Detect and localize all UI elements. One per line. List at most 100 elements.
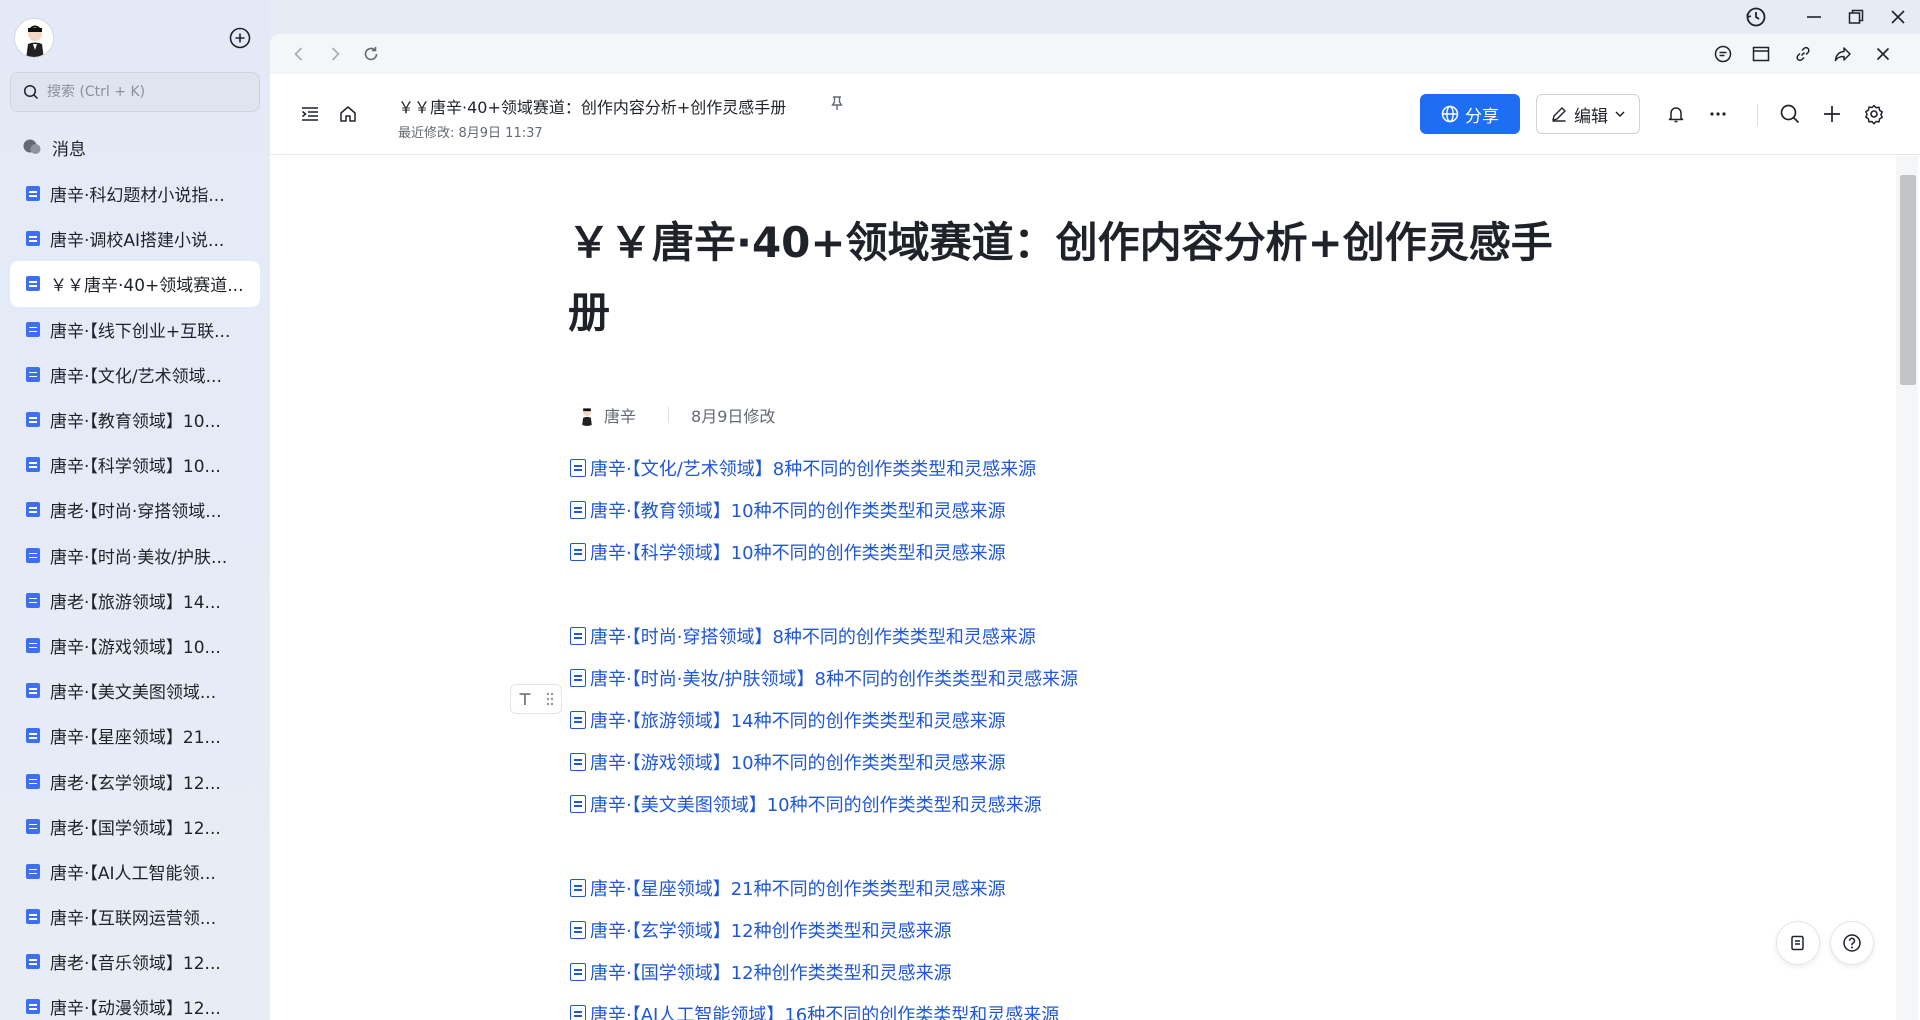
doc-link[interactable]: 唐辛·【文化/艺术领域】8种不同的创作类类型和灵感来源 [570, 451, 1036, 485]
sidebar-doc-label: 唐辛·【动漫领域】12... [50, 999, 221, 1020]
sidebar-doc-item[interactable]: 唐辛·【线下创业+互联... [10, 307, 260, 352]
modified-date: 8月9日修改 [691, 407, 776, 426]
doc-link[interactable]: 唐辛·【国学领域】12种创作类类型和灵感来源 [570, 955, 952, 989]
bell-icon[interactable] [1662, 100, 1690, 128]
doc-icon [26, 321, 40, 337]
sidebar-doc-item[interactable]: 唐辛·【互联网运营领... [10, 894, 260, 939]
doc-icon [26, 231, 40, 247]
doc-link[interactable]: 唐辛·【AI人工智能领域】16种不同的创作类类型和灵感来源 [570, 997, 1059, 1020]
sidebar-doc-item[interactable]: 唐老·【国学领域】12... [10, 804, 260, 849]
sidebar-item-messages[interactable]: 消息 [10, 129, 260, 165]
sidebar-doc-item[interactable]: 唐辛·科幻题材小说指... [10, 171, 260, 216]
sidebar-doc-item[interactable]: 唐辛·【美文美图领域... [10, 668, 260, 713]
sidebar-doc-item[interactable]: 唐辛·【AI人工智能领... [10, 849, 260, 894]
doc-link-text: 唐辛·【游戏领域】10种不同的创作类类型和灵感来源 [590, 753, 1006, 774]
doc-link[interactable]: 唐辛·【美文美图领域】10种不同的创作类类型和灵感来源 [570, 787, 1042, 821]
doc-link[interactable]: 唐辛·【时尚·美妆/护肤领域】8种不同的创作类类型和灵感来源 [570, 661, 1078, 695]
doc-link-text: 唐辛·【AI人工智能领域】16种不同的创作类类型和灵感来源 [590, 1005, 1060, 1020]
search-icon[interactable] [1776, 100, 1804, 128]
doc-link[interactable]: 唐辛·【星座领域】21种不同的创作类类型和灵感来源 [570, 871, 1006, 905]
scrollbar-thumb[interactable] [1900, 175, 1916, 385]
doc-icon [26, 366, 40, 382]
sidebar-doc-item[interactable]: 唐老·【时尚·穿搭领域... [10, 487, 260, 532]
sidebar-doc-label: 唐辛·【时尚·美妆/护肤... [50, 547, 228, 568]
catalog-icon[interactable] [1776, 921, 1820, 965]
back-icon[interactable] [286, 41, 312, 67]
doc-link-icon [570, 795, 586, 813]
refresh-icon[interactable] [358, 41, 384, 67]
doc-link[interactable]: 唐辛·【玄学领域】12种创作类类型和灵感来源 [570, 913, 952, 947]
sidebar-doc-item[interactable]: 唐辛·【星座领域】21... [10, 713, 260, 758]
browser-toolbar [270, 34, 1920, 74]
sidebar-doc-label: 唐老·【玄学领域】12... [50, 773, 221, 794]
doc-link-icon [570, 711, 586, 729]
minimize-icon[interactable] [1798, 4, 1830, 30]
forward-icon[interactable] [322, 41, 348, 67]
document-title[interactable]: ￥￥唐辛·40+领域赛道：创作内容分析+创作灵感手册 [568, 208, 1578, 348]
doc-icon [26, 818, 40, 834]
close-window-icon[interactable] [1882, 4, 1914, 30]
sidebar-doc-label: 唐辛·【游戏领域】10... [50, 637, 221, 658]
doc-link-icon [570, 501, 586, 519]
doc-link-text: 唐辛·【玄学领域】12种创作类类型和灵感来源 [590, 921, 952, 942]
block-handle[interactable] [510, 684, 562, 714]
sidebar-doc-item[interactable]: 唐辛·【教育领域】10... [10, 397, 260, 442]
comment-icon[interactable] [1710, 41, 1736, 67]
header-divider [1757, 104, 1758, 126]
sidebar-doc-label: 唐老·【国学领域】12... [50, 818, 221, 839]
doc-icon [26, 999, 40, 1015]
pencil-icon [1552, 107, 1566, 122]
forward-share-icon[interactable] [1830, 41, 1856, 67]
sidebar-doc-item[interactable]: 唐辛·调校AI搭建小说... [10, 216, 260, 261]
doc-link-text: 唐辛·【时尚·美妆/护肤领域】8种不同的创作类类型和灵感来源 [590, 669, 1078, 690]
doc-link[interactable]: 唐辛·【游戏领域】10种不同的创作类类型和灵感来源 [570, 745, 1006, 779]
sidebar: 消息 唐辛·科幻题材小说指... 唐辛·调校AI搭建小说... ￥￥唐辛·40+领域… [0, 0, 270, 1020]
sidebar-doc-item[interactable]: 唐辛·【科学领域】10... [10, 442, 260, 487]
sidebar-doc-item[interactable]: ￥￥唐辛·40+领域赛道... [10, 261, 260, 307]
author-name[interactable]: 唐辛 [604, 403, 636, 427]
add-icon[interactable] [226, 24, 254, 52]
doc-link-icon [570, 879, 586, 897]
doc-link-text: 唐辛·【教育领域】10种不同的创作类类型和灵感来源 [590, 501, 1006, 522]
home-icon[interactable] [334, 100, 362, 128]
doc-icon [26, 186, 40, 202]
document-header: ￥￥唐辛·40+领域赛道：创作内容分析+创作灵感手册 最近修改: 8月9日 11… [270, 74, 1920, 155]
sidebar-doc-label: 唐辛·【互联网运营领... [50, 909, 217, 930]
doc-icon [26, 863, 40, 879]
doc-icon [26, 502, 40, 518]
sidebar-doc-item[interactable]: 唐辛·【时尚·美妆/护肤... [10, 533, 260, 578]
outline-toggle-icon[interactable] [296, 100, 324, 128]
plus-icon[interactable] [1818, 100, 1846, 128]
sidebar-doc-item[interactable]: 唐辛·【动漫领域】12... [10, 984, 260, 1020]
doc-link-text: 唐辛·【时尚·穿搭领域】8种不同的创作类类型和灵感来源 [590, 627, 1036, 648]
window-icon[interactable] [1748, 41, 1774, 67]
sidebar-doc-item[interactable]: 唐辛·【游戏领域】10... [10, 623, 260, 668]
author-avatar[interactable] [576, 404, 598, 426]
more-icon[interactable] [1704, 100, 1732, 128]
sidebar-doc-item[interactable]: 唐老·【玄学领域】12... [10, 758, 260, 803]
sidebar-doc-item[interactable]: 唐辛·【文化/艺术领域... [10, 352, 260, 397]
settings-icon[interactable] [1860, 100, 1888, 128]
sidebar-doc-label: 唐辛·【美文美图领域... [50, 683, 217, 704]
doc-icon [26, 954, 40, 970]
history-icon[interactable] [1740, 4, 1772, 30]
sidebar-doc-item[interactable]: 唐老·【音乐领域】12... [10, 939, 260, 984]
edit-button[interactable]: 编辑 [1536, 94, 1640, 134]
search-box[interactable] [10, 72, 260, 112]
doc-link[interactable]: 唐辛·【教育领域】10种不同的创作类类型和灵感来源 [570, 493, 1006, 527]
pin-icon[interactable] [826, 92, 848, 114]
close-tab-icon[interactable] [1870, 41, 1896, 67]
doc-link[interactable]: 唐辛·【时尚·穿搭领域】8种不同的创作类类型和灵感来源 [570, 619, 1036, 653]
share-button[interactable]: 分享 [1420, 94, 1520, 134]
doc-link[interactable]: 唐辛·【旅游领域】14种不同的创作类类型和灵感来源 [570, 703, 1006, 737]
doc-title-breadcrumb: ￥￥唐辛·40+领域赛道：创作内容分析+创作灵感手册 [398, 98, 787, 117]
sidebar-doc-item[interactable]: 唐老·【旅游领域】14... [10, 578, 260, 623]
meta-divider [668, 407, 670, 423]
search-input[interactable] [47, 84, 237, 100]
link-icon[interactable] [1790, 41, 1816, 67]
help-icon[interactable] [1830, 921, 1874, 965]
avatar[interactable] [14, 18, 54, 58]
last-modified: 最近修改: 8月9日 11:37 [398, 126, 543, 141]
doc-link[interactable]: 唐辛·【科学领域】10种不同的创作类类型和灵感来源 [570, 535, 1006, 569]
restore-icon[interactable] [1840, 4, 1872, 30]
